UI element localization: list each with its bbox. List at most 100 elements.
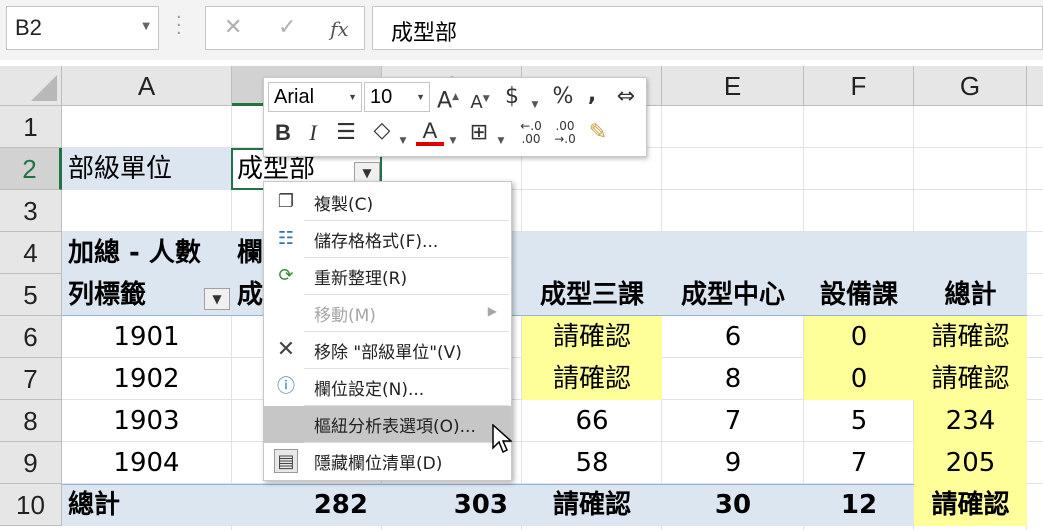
cell-d8[interactable]: 66: [522, 400, 662, 442]
cell-d9[interactable]: 58: [522, 442, 662, 484]
row-header-6[interactable]: 6: [0, 316, 62, 358]
menu-item-remove-field[interactable]: ✕ 移除 "部級單位"(V): [264, 332, 511, 369]
cell-g7[interactable]: 請確認: [914, 358, 1027, 400]
cell-a6[interactable]: 1901: [62, 316, 231, 358]
row-header-4[interactable]: 4: [0, 232, 62, 274]
cell-d6[interactable]: 請確認: [522, 316, 662, 358]
cancel-icon[interactable]: ✕: [224, 15, 242, 40]
cell-g6[interactable]: 請確認: [914, 316, 1027, 358]
cell-g10[interactable]: 請確認: [914, 484, 1027, 526]
menu-item-label: 複製(C): [314, 195, 374, 215]
column-header-e[interactable]: E: [662, 66, 804, 106]
cell-d7[interactable]: 請確認: [522, 358, 662, 400]
chevron-down-icon[interactable]: ▼: [496, 128, 506, 154]
font-size-value: 10: [370, 86, 393, 108]
mini-toolbar: Arial ▼ 10 ▼ A▲ A▼ $ ▼ % , ⇔ B I ☰ ◇ ▼ A…: [263, 77, 647, 157]
formula-input[interactable]: 成型部: [372, 6, 1043, 50]
comma-style-icon[interactable]: ,: [584, 82, 600, 108]
cell-a9[interactable]: 1904: [62, 442, 231, 484]
align-center-icon[interactable]: ☰: [334, 120, 358, 146]
menu-item-format-cells[interactable]: ☷ 儲存格格式(F)...: [264, 221, 511, 258]
cell-g5[interactable]: 總計: [914, 274, 1027, 315]
column-header-a[interactable]: A: [62, 66, 232, 106]
cell-f7[interactable]: 0: [804, 358, 914, 400]
cell-d10[interactable]: 請確認: [522, 484, 662, 526]
cell-g9[interactable]: 205: [914, 442, 1027, 484]
formula-bar: B2 ▼ · · · ✕ ✓ fx 成型部: [0, 0, 1043, 60]
chevron-down-icon[interactable]: ▼: [398, 128, 408, 154]
percent-icon[interactable]: %: [550, 84, 576, 110]
row-header-5[interactable]: 5: [0, 274, 62, 316]
name-box-value: B2: [15, 15, 42, 40]
cell-e7[interactable]: 8: [662, 358, 804, 400]
row-header-1[interactable]: 1: [0, 106, 62, 148]
field-settings-icon: ⓘ: [277, 376, 295, 397]
menu-item-copy[interactable]: ❐ 複製(C): [264, 184, 511, 221]
name-box[interactable]: B2 ▼: [6, 6, 159, 50]
wrap-text-icon[interactable]: ⇔: [612, 84, 640, 110]
increase-decimal-icon[interactable]: ←.0.00: [516, 120, 546, 146]
menu-item-field-settings[interactable]: ⓘ 欄位設定(N)...: [264, 369, 511, 406]
cell-a2[interactable]: 部級單位: [62, 148, 231, 190]
row-header-10[interactable]: 10: [0, 484, 62, 526]
column-header-h[interactable]: [1027, 66, 1043, 106]
chevron-down-icon[interactable]: ▼: [530, 92, 540, 118]
cell-e5[interactable]: 成型中心: [662, 274, 804, 315]
pivot-value-label: 加總 - 人數: [68, 238, 201, 268]
menu-item-refresh[interactable]: ⟳ 重新整理(R): [264, 258, 511, 295]
row-header-9[interactable]: 9: [0, 442, 62, 484]
drag-handle-icon[interactable]: · · ·: [176, 9, 182, 43]
cell-f8[interactable]: 5: [804, 400, 914, 442]
chevron-right-icon: ▶: [487, 304, 497, 318]
borders-icon[interactable]: ⊞: [466, 120, 492, 146]
menu-item-move: 移動(M) ▶: [264, 295, 511, 332]
row-header-2[interactable]: 2: [0, 148, 62, 190]
cell-e10[interactable]: 30: [662, 484, 804, 526]
menu-item-hide-field-list[interactable]: ▤ 隱藏欄位清單(D): [264, 443, 511, 480]
enter-icon[interactable]: ✓: [278, 15, 296, 40]
chevron-down-icon[interactable]: ▼: [142, 21, 150, 32]
row-header-8[interactable]: 8: [0, 400, 62, 442]
chevron-down-icon[interactable]: ▼: [448, 128, 458, 154]
menu-item-pivot-options[interactable]: 樞紐分析表選項(O)...: [264, 406, 511, 443]
grow-font-icon[interactable]: A▲: [436, 84, 460, 114]
cell-b10[interactable]: 282: [232, 484, 382, 526]
font-name-select[interactable]: Arial ▼: [268, 82, 362, 112]
shrink-font-icon[interactable]: A▼: [468, 86, 492, 116]
row-filter-icon[interactable]: ▼: [204, 288, 230, 310]
column-header-f[interactable]: F: [804, 66, 914, 106]
cell-d5[interactable]: 成型三課: [522, 274, 662, 315]
select-all-button[interactable]: [0, 66, 62, 106]
currency-icon[interactable]: $: [502, 84, 522, 110]
cell-g8[interactable]: 234: [914, 400, 1027, 442]
insert-function-icon[interactable]: fx: [330, 17, 349, 41]
cell-f9[interactable]: 7: [804, 442, 914, 484]
bold-icon[interactable]: B: [272, 120, 294, 146]
font-color-icon[interactable]: A: [416, 120, 444, 146]
row-labels-header[interactable]: 列標籤: [68, 274, 146, 315]
format-painter-icon[interactable]: ✎: [584, 120, 612, 146]
cell-b5[interactable]: 成: [237, 274, 263, 315]
cell-a8[interactable]: 1903: [62, 400, 231, 442]
cell-a10[interactable]: 總計: [62, 484, 231, 526]
cell-c10[interactable]: 303: [382, 484, 522, 526]
menu-item-label: 重新整理(R): [314, 269, 408, 289]
menu-item-label: 移除 "部級單位"(V): [314, 343, 462, 363]
cell-area[interactable]: 部級單位 成型部 ▼ 加總 - 人數 欄 列標籤 成 成型三課 成型中心 設備課…: [62, 106, 1043, 530]
row-header-7[interactable]: 7: [0, 358, 62, 400]
decrease-decimal-icon[interactable]: .00 →.0: [550, 120, 580, 146]
cell-e9[interactable]: 9: [662, 442, 804, 484]
cell-e8[interactable]: 7: [662, 400, 804, 442]
cell-a4[interactable]: 加總 - 人數 欄: [62, 232, 1027, 274]
fill-color-icon[interactable]: ◇: [368, 118, 396, 144]
chevron-down-icon: ▼: [348, 92, 357, 102]
row-header-3[interactable]: 3: [0, 190, 62, 232]
cell-e6[interactable]: 6: [662, 316, 804, 358]
column-header-g[interactable]: G: [914, 66, 1027, 106]
cell-f10[interactable]: 12: [804, 484, 914, 526]
cell-a7[interactable]: 1902: [62, 358, 231, 400]
cell-f6[interactable]: 0: [804, 316, 914, 358]
cell-f5[interactable]: 設備課: [804, 274, 914, 315]
italic-icon[interactable]: I: [304, 120, 322, 146]
font-size-select[interactable]: 10 ▼: [364, 82, 430, 112]
